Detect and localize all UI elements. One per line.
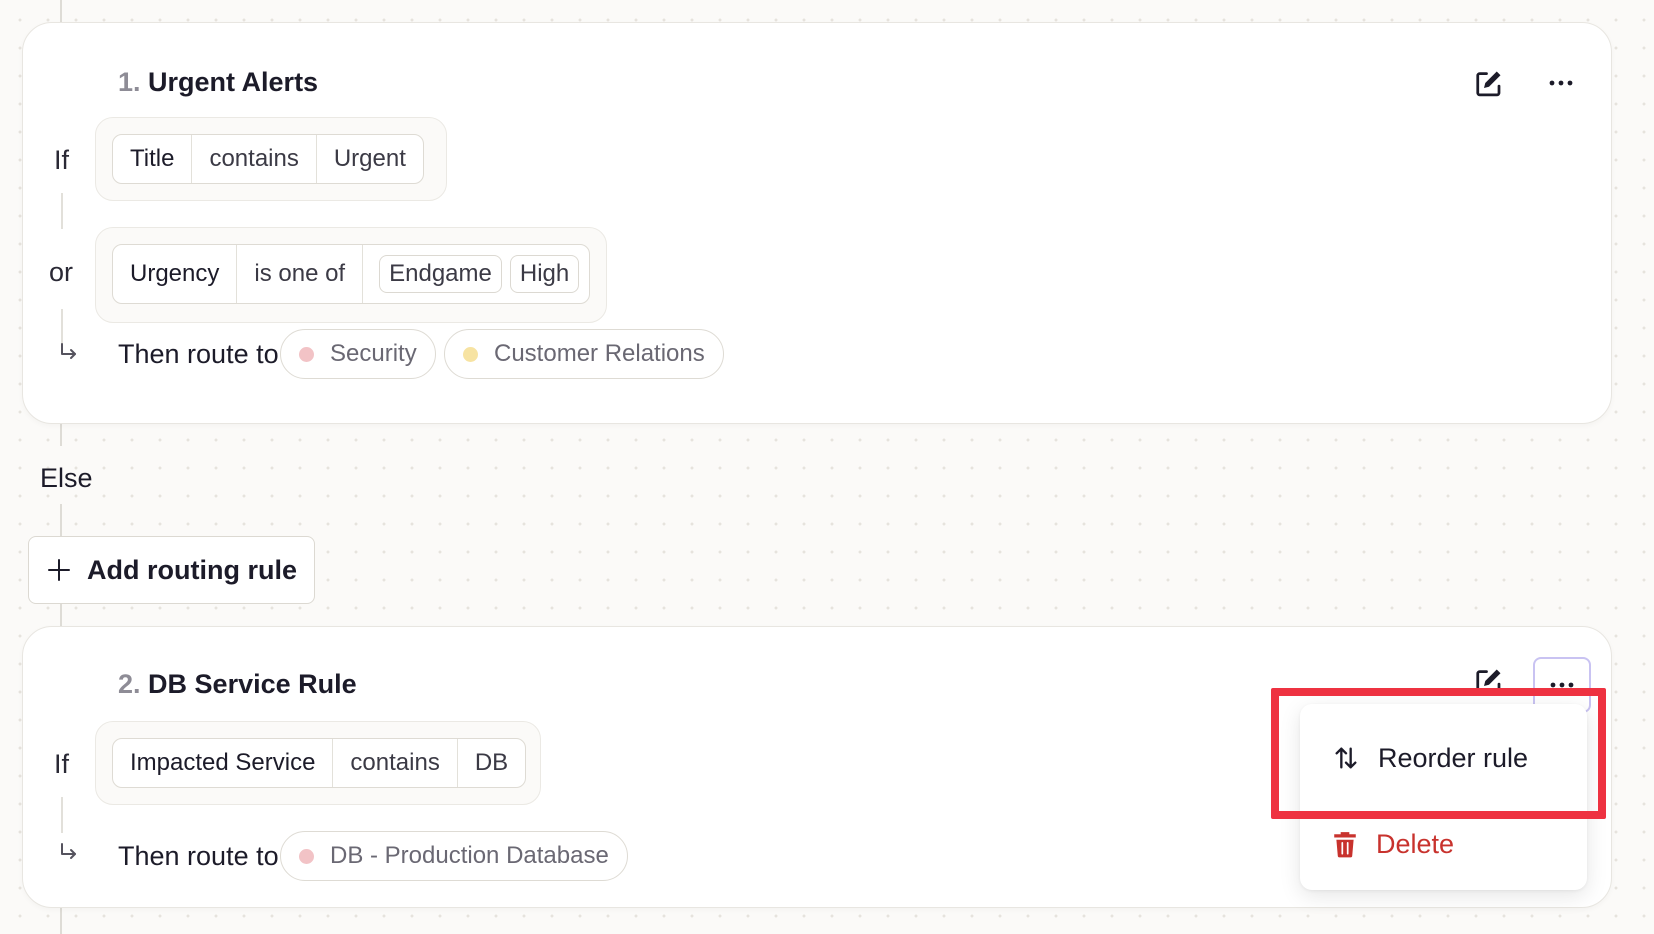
condition-field[interactable]: Impacted Service xyxy=(113,739,334,787)
connector-line xyxy=(61,797,63,833)
if-label: If xyxy=(54,145,70,175)
delete-label: Delete xyxy=(1376,828,1455,859)
rule-title: 1. Urgent Alerts xyxy=(118,67,318,98)
reorder-rule-label: Reorder rule xyxy=(1378,742,1529,773)
add-routing-rule-button[interactable]: Add routing rule xyxy=(28,536,315,604)
timeline-line xyxy=(60,604,62,626)
team-name: Customer Relations xyxy=(494,340,705,367)
then-route-label: Then route to xyxy=(118,841,279,871)
condition-operator[interactable]: contains xyxy=(192,135,317,183)
trash-icon xyxy=(1334,832,1356,858)
condition-value[interactable]: DB xyxy=(458,739,525,787)
rule-title: 2. DB Service Rule xyxy=(118,669,357,700)
value-chip: Endgame xyxy=(379,255,502,293)
condition-field[interactable]: Title xyxy=(113,135,193,183)
edit-icon xyxy=(1476,71,1501,97)
condition-chip[interactable]: Title contains Urgent xyxy=(112,134,424,184)
ellipsis-icon xyxy=(1549,80,1573,86)
condition-operator[interactable]: contains xyxy=(333,739,458,787)
or-label: or xyxy=(49,257,74,287)
ellipsis-icon xyxy=(1550,682,1574,688)
team-color-dot xyxy=(299,848,314,864)
team-name: DB - Production Database xyxy=(330,842,609,869)
edit-button[interactable] xyxy=(1469,63,1509,103)
if-label: If xyxy=(54,749,70,779)
team-color-dot xyxy=(463,346,478,362)
delete-menu-item[interactable]: Delete xyxy=(1300,804,1587,884)
edit-icon xyxy=(1476,669,1501,695)
team-chip-db-production-database[interactable]: DB - Production Database xyxy=(280,831,628,881)
condition-group: Urgency is one of Endgame High xyxy=(95,227,607,323)
rule-number: 2. xyxy=(118,669,141,699)
more-options-button[interactable] xyxy=(1541,63,1581,103)
condition-value[interactable]: Urgent xyxy=(317,135,423,183)
value-chip: High xyxy=(509,255,580,293)
condition-group: Title contains Urgent xyxy=(95,117,447,201)
return-arrow-icon xyxy=(61,343,76,359)
reorder-arrows-icon xyxy=(1335,747,1357,769)
edit-button[interactable] xyxy=(1469,661,1509,701)
team-chip-security[interactable]: Security xyxy=(280,329,436,379)
reorder-rule-menu-item[interactable]: Reorder rule xyxy=(1300,718,1587,798)
condition-field[interactable]: Urgency xyxy=(113,245,238,303)
add-routing-rule-label: Add routing rule xyxy=(87,554,297,585)
timeline-line xyxy=(60,908,62,934)
else-label: Else xyxy=(40,463,93,493)
timeline-line xyxy=(60,424,62,446)
team-chip-customer-relations[interactable]: Customer Relations xyxy=(444,329,724,379)
plus-icon xyxy=(48,559,70,581)
condition-operator[interactable]: is one of xyxy=(237,245,364,303)
timeline-line xyxy=(60,504,62,536)
rule-card-urgent-alerts: 1. Urgent Alerts If Title contains Urgen… xyxy=(22,22,1612,424)
return-arrow-icon xyxy=(61,843,76,859)
condition-group: Impacted Service contains DB xyxy=(95,721,541,805)
condition-chip[interactable]: Impacted Service contains DB xyxy=(112,738,527,788)
rule-number: 1. xyxy=(118,67,141,97)
connector-line xyxy=(61,193,63,229)
team-color-dot xyxy=(299,346,314,362)
condition-values[interactable]: Endgame High xyxy=(363,245,589,303)
then-route-label: Then route to xyxy=(118,339,279,369)
condition-chip[interactable]: Urgency is one of Endgame High xyxy=(112,244,591,304)
team-name: Security xyxy=(330,340,417,367)
rule-options-menu: Reorder rule Delete xyxy=(1300,704,1587,890)
timeline-line xyxy=(60,0,62,22)
rule-name: Urgent Alerts xyxy=(148,67,319,97)
rule-name: DB Service Rule xyxy=(148,669,357,699)
